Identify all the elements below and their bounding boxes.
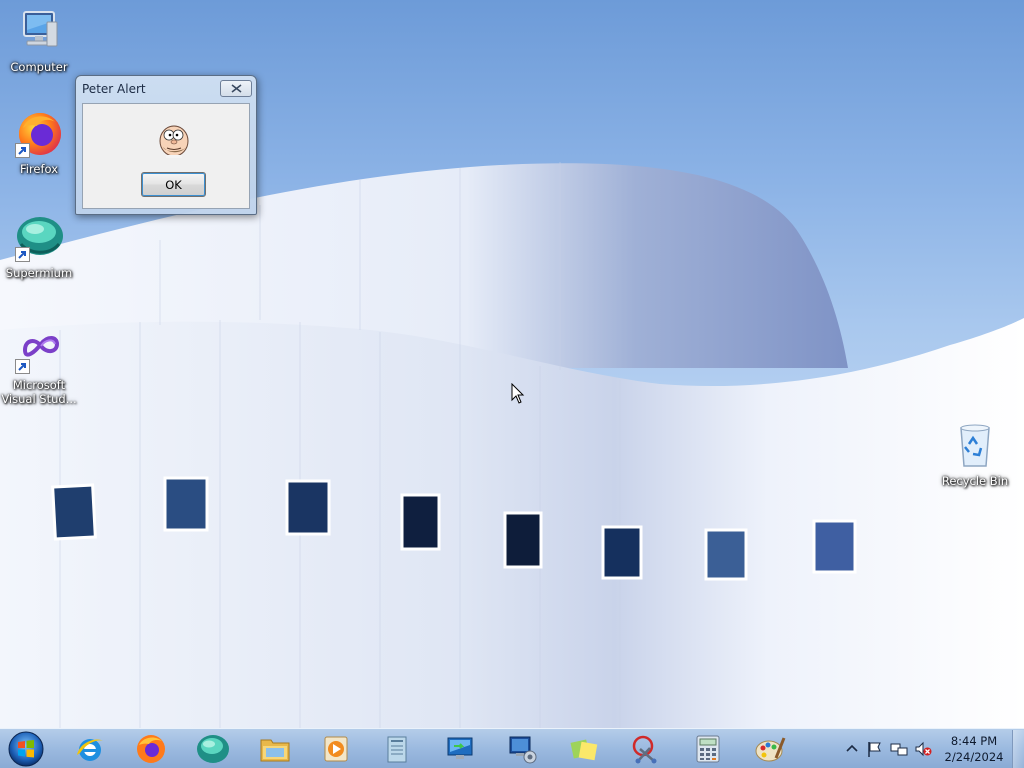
taskbar-calculator[interactable]: [686, 731, 730, 767]
desktop: Computer Firefox Supermium Microsoft Vis…: [0, 0, 1024, 728]
supermium-icon: [197, 735, 229, 763]
desktop-icon-label: Computer: [10, 60, 68, 74]
desktop-icon-label: Recycle Bin: [941, 474, 1009, 488]
taskbar-snipping-tool[interactable]: [624, 731, 668, 767]
taskbar-internet-explorer[interactable]: [68, 731, 112, 767]
firefox-icon: [137, 735, 165, 763]
snipping-tool-icon: [632, 735, 657, 764]
peter-face-icon: [159, 125, 189, 158]
notepad-icon: [387, 736, 407, 763]
clock-time: 8:44 PM: [950, 734, 998, 748]
desktop-icon-label: Firefox: [19, 162, 59, 176]
sticky-notes-icon: [570, 739, 598, 761]
action-center-flag-icon[interactable]: [866, 740, 884, 758]
computer-icon: [15, 8, 63, 56]
show-hidden-icons-arrow[interactable]: [843, 740, 861, 758]
firefox-icon: [15, 110, 63, 158]
taskbar-notepad[interactable]: [375, 731, 419, 767]
desktop-icon-supermium[interactable]: Supermium: [0, 214, 78, 280]
internet-explorer-icon: [77, 739, 103, 761]
taskbar-paint[interactable]: [748, 731, 792, 767]
network-icon[interactable]: [890, 740, 908, 758]
desktop-icon-label: Supermium: [5, 266, 73, 280]
paint-icon: [755, 737, 786, 762]
dialog-title: Peter Alert: [82, 82, 146, 96]
taskbar-remote-desktop[interactable]: [438, 731, 482, 767]
taskbar-network-computer[interactable]: [500, 731, 544, 767]
desktop-icon-visual-studio[interactable]: Microsoft Visual Stud...: [0, 326, 78, 406]
volume-muted-icon[interactable]: [914, 740, 932, 758]
shortcut-arrow-icon: [15, 247, 30, 262]
ok-button[interactable]: OK: [141, 172, 206, 197]
taskbar-supermium[interactable]: [191, 731, 235, 767]
remote-desktop-icon: [447, 737, 473, 759]
taskbar-file-explorer[interactable]: [253, 731, 297, 767]
network-computer-icon: [509, 736, 537, 764]
file-explorer-icon: [260, 739, 290, 762]
taskbar-media-player[interactable]: [314, 731, 358, 767]
dialog-body: OK: [82, 103, 250, 209]
start-button[interactable]: [6, 730, 46, 768]
show-desktop-button[interactable]: [1012, 730, 1024, 768]
clock-date: 2/24/2024: [944, 750, 1004, 764]
taskbar: 8:44 PM 2/24/2024: [0, 728, 1024, 768]
mouse-cursor-icon: [511, 383, 525, 404]
supermium-icon: [15, 214, 63, 262]
desktop-icon-label: Microsoft Visual Stud...: [1, 378, 77, 406]
desktop-icon-recycle-bin[interactable]: Recycle Bin: [936, 422, 1014, 488]
system-clock[interactable]: 8:44 PM 2/24/2024: [935, 733, 1013, 765]
recycle-bin-icon: [951, 422, 999, 470]
shortcut-arrow-icon: [15, 359, 30, 374]
dialog-close-button[interactable]: [220, 80, 252, 97]
taskbar-firefox[interactable]: [129, 731, 173, 767]
desktop-icon-computer[interactable]: Computer: [0, 8, 78, 74]
media-player-icon: [324, 736, 348, 762]
calculator-icon: [696, 735, 720, 763]
peter-alert-dialog: Peter Alert OK: [75, 75, 257, 215]
close-icon: [231, 84, 241, 93]
desktop-icon-firefox[interactable]: Firefox: [0, 110, 78, 176]
shortcut-arrow-icon: [15, 143, 30, 158]
visual-studio-icon: [15, 326, 63, 374]
taskbar-sticky-notes[interactable]: [562, 731, 606, 767]
windows-start-orb: [8, 731, 44, 767]
